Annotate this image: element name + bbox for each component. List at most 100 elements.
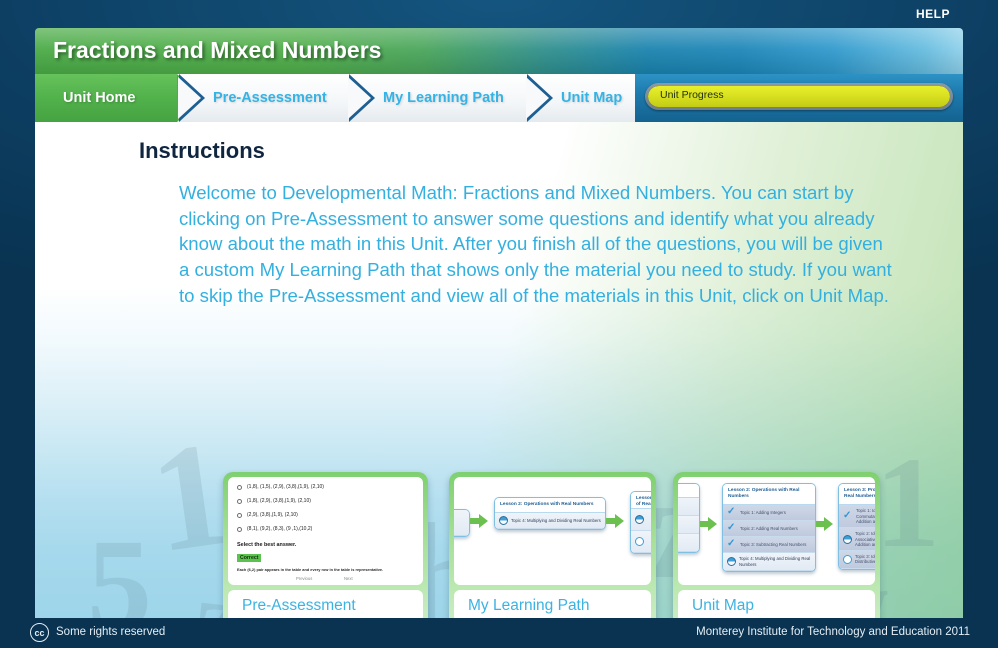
topic-label: Topic 1: Identify the Commutative Proper… — [856, 508, 875, 524]
chevron-divider-icon — [349, 74, 375, 122]
lesson-box-current: Lesson 2: Operations with Real Numbers T… — [494, 497, 606, 530]
navigation-row: Unit Home Pre-Assessment My Learning Pat… — [35, 74, 963, 122]
topic-row: Topic 3: Identify the Distributive Prope… — [839, 551, 875, 569]
flow-arrow-stem — [700, 521, 708, 527]
topic-row — [678, 516, 699, 534]
watermark-glyph: 5 — [87, 520, 152, 618]
topic-label: Topic 2: Adding Real Numbers — [740, 526, 798, 531]
topic-row: d — [678, 498, 699, 516]
lesson-header: Lesson 2: Operations with Real Numbers — [723, 484, 815, 505]
topic-row: Topic 4: Multiplying and Dividing Real N… — [723, 553, 815, 571]
flow-arrow-icon — [479, 514, 488, 528]
quiz-choice: (8,1), (9,2), (8,3), (9 ,1),(10,2) — [237, 526, 312, 532]
card-my-learning-path-caption: My Learning Path — [454, 590, 651, 618]
radio-button-icon — [237, 513, 242, 518]
topic-row: Topic 4: Multiplying and Dividing Real N… — [495, 513, 605, 529]
topic-row — [454, 510, 469, 536]
instructions-heading: Instructions — [139, 138, 265, 164]
topic-row — [631, 531, 651, 553]
quiz-choice-label: (1,8), (2,9), (3,8),(1,9), (2,10) — [247, 498, 311, 504]
quiz-choice: (1,8), (1,5), (2,9), (3,8),(1,9), (2,10) — [237, 484, 324, 490]
topic-label: Topic 4: Multiplying and Dividing Real N… — [739, 556, 811, 567]
flow-arrow-stem — [816, 521, 824, 527]
unit-progress-bar[interactable]: Unit Progress — [645, 83, 953, 110]
topic-label: Topic 1: Adding Integers — [740, 510, 786, 515]
quiz-choice: (2,9), (3,8),(1,9), (2,10) — [237, 512, 298, 518]
progress-empty-icon — [635, 537, 644, 546]
checkmark-icon: ✓ — [843, 512, 853, 521]
topic-row: ✓ Topic 2: Adding Real Numbers — [723, 521, 815, 537]
progress-half-icon — [843, 535, 852, 544]
lesson-box-partial — [454, 509, 470, 537]
quiz-choice-label: (1,8), (1,5), (2,9), (3,8),(1,9), (2,10) — [247, 484, 324, 490]
tab-unit-map[interactable]: Unit Map — [561, 74, 635, 122]
topic-row: ✓ Topic 1: Identify the Commutative Prop… — [839, 505, 875, 528]
card-pre-assessment-caption: Pre-Assessment — [228, 590, 423, 618]
flow-arrow-icon — [824, 517, 833, 531]
card-my-learning-path[interactable]: Lesson 2: Operations with Real Numbers T… — [449, 472, 656, 618]
topic-row: ✓ Topic 1: Adding Integers — [723, 505, 815, 521]
lesson-box-next: Lesson 3: Properties of Real Numbers — [630, 491, 651, 554]
rights-text: Some rights reserved — [56, 626, 165, 638]
flow-arrow-stem — [470, 518, 479, 524]
tab-pre-assessment-label: Pre-Assessment — [213, 90, 327, 106]
topic-label: Topic 4: Multiplying and Dividing Real N… — [511, 518, 601, 523]
radio-button-icon — [237, 485, 242, 490]
top-bar: HELP — [0, 0, 998, 28]
topic-row — [678, 534, 699, 552]
my-learning-path-thumbnail: Lesson 2: Operations with Real Numbers T… — [454, 477, 651, 585]
unit-progress-label: Unit Progress — [660, 89, 724, 101]
watermark-glyph: 1 — [875, 438, 940, 568]
card-pre-assessment[interactable]: (1,8), (1,5), (2,9), (3,8),(1,9), (2,10)… — [223, 472, 428, 618]
unit-map-thumbnail: to d Lesson 2: Operations with Real Numb… — [678, 477, 875, 585]
tab-my-learning-path[interactable]: My Learning Path — [383, 74, 541, 122]
help-link[interactable]: HELP — [916, 7, 950, 21]
quiz-feedback-badge: Correct — [237, 554, 261, 562]
card-unit-map-caption: Unit Map — [678, 590, 875, 618]
checkmark-icon: ✓ — [727, 540, 737, 549]
page-footer: cc Some rights reserved Monterey Institu… — [0, 618, 998, 648]
topic-label: Topic 3: Identify the Distributive Prope… — [855, 554, 875, 565]
lesson-header: Lesson 2: Operations with Real Numbers — [495, 498, 605, 513]
quiz-next-button: Next — [344, 576, 353, 581]
card-unit-map[interactable]: to d Lesson 2: Operations with Real Numb… — [673, 472, 880, 618]
unit-progress-track: Unit Progress — [648, 86, 950, 107]
quiz-choice-label: (8,1), (9,2), (8,3), (9 ,1),(10,2) — [247, 526, 312, 532]
lesson-header: Lesson 3: Properties of Real Numbers — [631, 492, 651, 509]
lesson-box-lesson3: Lesson 3: Properties of Real Numbers ✓ T… — [838, 483, 875, 570]
credit-text: Monterey Institute for Technology and Ed… — [696, 626, 970, 638]
lesson-box-lesson2: Lesson 2: Operations with Real Numbers ✓… — [722, 483, 816, 572]
topic-row: ✓ Topic 3: Subtracting Real Numbers — [723, 537, 815, 553]
radio-button-icon — [237, 499, 242, 504]
quiz-choice-label: (2,9), (3,8),(1,9), (2,10) — [247, 512, 298, 518]
creative-commons-icon: cc — [30, 623, 49, 642]
chevron-divider-icon — [179, 74, 205, 122]
progress-half-icon — [635, 515, 644, 524]
topic-row: Topic 2: Identify the Associative Proper… — [839, 528, 875, 551]
content-panel: 1 5 z y b v z 2 1 y Instructions Welcome… — [35, 122, 963, 618]
page-title: Fractions and Mixed Numbers — [53, 37, 381, 64]
topic-label: Topic 2: Identify the Associative Proper… — [855, 531, 875, 547]
progress-half-icon — [727, 557, 736, 566]
quiz-prompt: Select the best answer. — [237, 542, 296, 548]
application-window: HELP Fractions and Mixed Numbers Unit Ho… — [0, 0, 998, 648]
flow-arrow-stem — [606, 518, 615, 524]
unit-progress-panel: Unit Progress — [635, 74, 963, 122]
lesson-stage: Fractions and Mixed Numbers Unit Home Pr… — [35, 28, 963, 618]
progress-empty-icon — [843, 555, 852, 564]
pre-assessment-thumbnail: (1,8), (1,5), (2,9), (3,8),(1,9), (2,10)… — [228, 477, 423, 585]
flow-arrow-icon — [708, 517, 717, 531]
quiz-previous-button: Previous — [296, 576, 312, 581]
topic-row — [631, 509, 651, 531]
radio-button-icon — [237, 527, 242, 532]
progress-half-icon — [499, 516, 508, 525]
instructions-text: Welcome to Developmental Math: Fractions… — [179, 180, 895, 309]
tab-bar: Unit Home Pre-Assessment My Learning Pat… — [35, 74, 635, 122]
quiz-explanation: Each (6,2) pair appears in the table and… — [237, 567, 383, 572]
unit-title-bar: Fractions and Mixed Numbers — [35, 28, 963, 74]
checkmark-icon: ✓ — [727, 524, 737, 533]
lesson-box-partial: to d — [678, 483, 700, 553]
quiz-choice: (1,8), (2,9), (3,8),(1,9), (2,10) — [237, 498, 311, 504]
tab-pre-assessment[interactable]: Pre-Assessment — [213, 74, 363, 122]
flow-arrow-icon — [615, 514, 624, 528]
